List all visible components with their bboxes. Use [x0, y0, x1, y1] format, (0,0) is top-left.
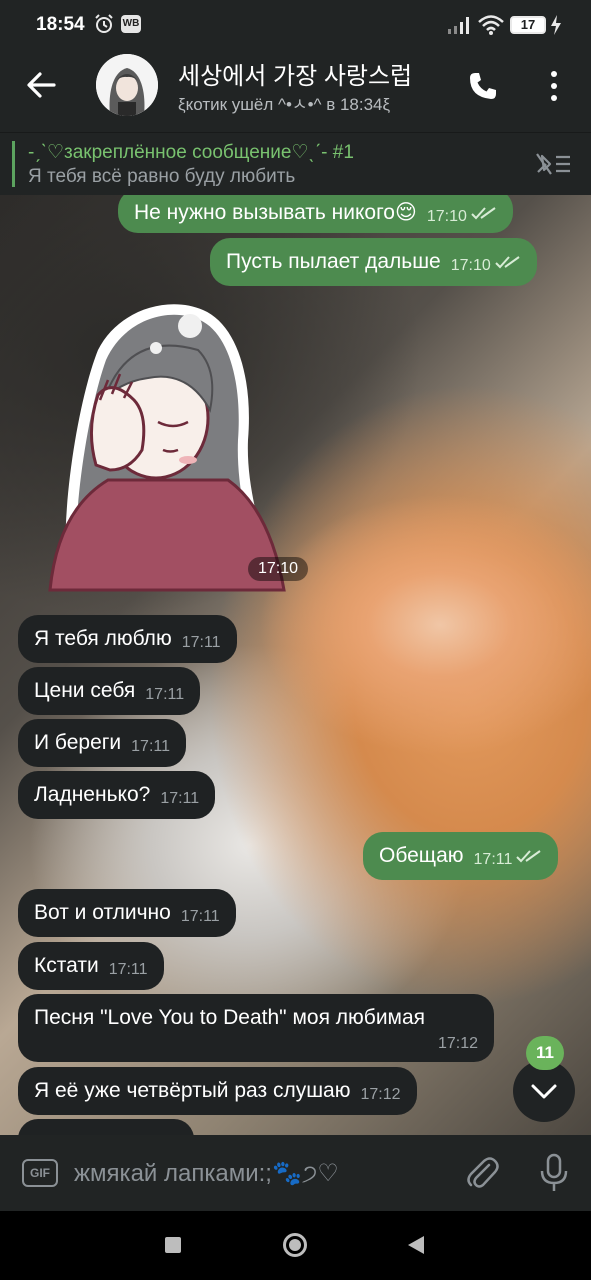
sticker-time: 17:10 — [248, 557, 309, 581]
nav-back-icon[interactable] — [407, 1235, 425, 1255]
recents-button[interactable] — [165, 1237, 181, 1253]
message-time: 17:12 — [360, 1086, 401, 1103]
back-arrow-icon[interactable] — [24, 68, 58, 102]
message-input[interactable]: жмякай лапками:;🐾੭♡ — [74, 1155, 454, 1193]
message-time: 17:11 — [108, 961, 148, 978]
message-input-bar: GIF жмякай лапками:;🐾੭♡ — [0, 1135, 591, 1211]
message-time: 17:11 — [180, 908, 220, 925]
message-bubble-incoming[interactable]: Я тебя люблю 17:11 — [18, 615, 237, 663]
message-text: Цени себя — [34, 679, 136, 702]
message-bubble-incoming[interactable]: Вот и отлично 17:11 — [18, 889, 236, 937]
avatar[interactable] — [96, 54, 158, 116]
message-time: 17:11 — [145, 686, 185, 703]
chat-header: 세상에서 가장 사랑스럽 ξкотик ушёл ^•ㅅ•^ в 18:34ξ — [0, 52, 591, 132]
message-text: Не нужно вызывать никого😌 — [134, 201, 417, 224]
message-time: 17:11 — [181, 634, 221, 651]
double-check-icon — [495, 256, 520, 269]
message-bubble-outgoing[interactable]: Пусть пылает дальше 17:10 — [210, 238, 537, 286]
message-text: Песня "Love You to Death" моя любимая — [34, 1006, 426, 1029]
status-bar: 18:54 WB 17 — [0, 0, 591, 52]
home-button[interactable] — [283, 1233, 307, 1257]
message-bubble-incoming[interactable]: Ладненько? 17:11 — [18, 771, 216, 819]
message-time: 17:11 — [473, 851, 513, 868]
message-time: 17:10 — [450, 257, 491, 274]
sticker-image[interactable] — [38, 290, 298, 596]
message-bubble-outgoing[interactable]: Обещаю 17:11 — [363, 832, 559, 880]
message-bubble-incoming-partial[interactable] — [18, 1119, 194, 1135]
charging-bolt-icon — [551, 15, 561, 35]
pinned-text: Я тебя всё равно буду любить — [28, 166, 296, 187]
message-bubble-incoming[interactable]: Цени себя 17:11 — [18, 667, 201, 715]
unpin-icon[interactable] — [534, 150, 572, 178]
message-bubble-incoming[interactable]: И береги 17:11 — [18, 719, 187, 767]
pinned-indicator — [12, 141, 15, 187]
message-bubble-incoming[interactable]: Кстати 17:11 — [18, 942, 164, 990]
message-bubble-incoming[interactable]: Я её уже четвёртый раз слушаю 17:12 — [18, 1067, 417, 1115]
chat-status: ξкотик ушёл ^•ㅅ•^ в 18:34ξ — [178, 95, 391, 114]
wb-app-icon: WB — [121, 15, 141, 33]
alarm-icon — [95, 14, 113, 33]
more-vertical-icon[interactable] — [543, 69, 565, 103]
message-time: 17:10 — [426, 208, 467, 225]
message-text: Вот и отлично — [34, 901, 171, 924]
message-text: Я её уже четвёртый раз слушаю — [34, 1079, 351, 1102]
paperclip-icon[interactable] — [465, 1155, 499, 1191]
message-text: Ладненько? — [34, 783, 151, 806]
message-text: Я тебя люблю — [34, 627, 172, 650]
chat-title[interactable]: 세상에서 가장 사랑스럽 — [178, 56, 440, 91]
message-bubble-incoming[interactable]: Песня "Love You to Death" моя любимая 17… — [18, 994, 494, 1062]
phone-icon[interactable] — [467, 70, 499, 102]
battery-icon: 17 — [510, 16, 546, 34]
system-nav-bar — [0, 1211, 591, 1280]
pinned-message-bar[interactable]: -ˏˋ♡закреплённое сообщение♡ˎˊ- #1 Я тебя… — [0, 132, 591, 195]
pinned-title: -ˏˋ♡закреплённое сообщение♡ˎˊ- #1 — [28, 142, 354, 163]
double-check-icon — [516, 850, 541, 863]
status-time: 18:54 — [36, 14, 85, 35]
microphone-icon[interactable] — [538, 1153, 570, 1193]
signal-icon — [448, 17, 469, 34]
message-text: Кстати — [34, 954, 99, 977]
chat-area[interactable]: Не нужно вызывать никого😌 17:10 Пусть пыл… — [0, 195, 591, 1135]
avatar-image — [96, 54, 158, 116]
unread-count-badge: 11 — [526, 1036, 564, 1070]
message-bubble-outgoing[interactable]: Не нужно вызывать никого😌 17:10 — [118, 195, 513, 233]
gif-icon[interactable]: GIF — [22, 1159, 58, 1187]
double-check-icon — [471, 207, 496, 220]
message-time: 17:11 — [160, 790, 200, 807]
message-text: И береги — [34, 731, 122, 754]
wifi-icon — [478, 15, 504, 35]
message-text: Обещаю — [379, 844, 464, 867]
message-time: 17:11 — [131, 738, 171, 755]
message-time: 17:12 — [437, 1035, 478, 1052]
message-text: Пусть пылает дальше — [226, 250, 441, 273]
